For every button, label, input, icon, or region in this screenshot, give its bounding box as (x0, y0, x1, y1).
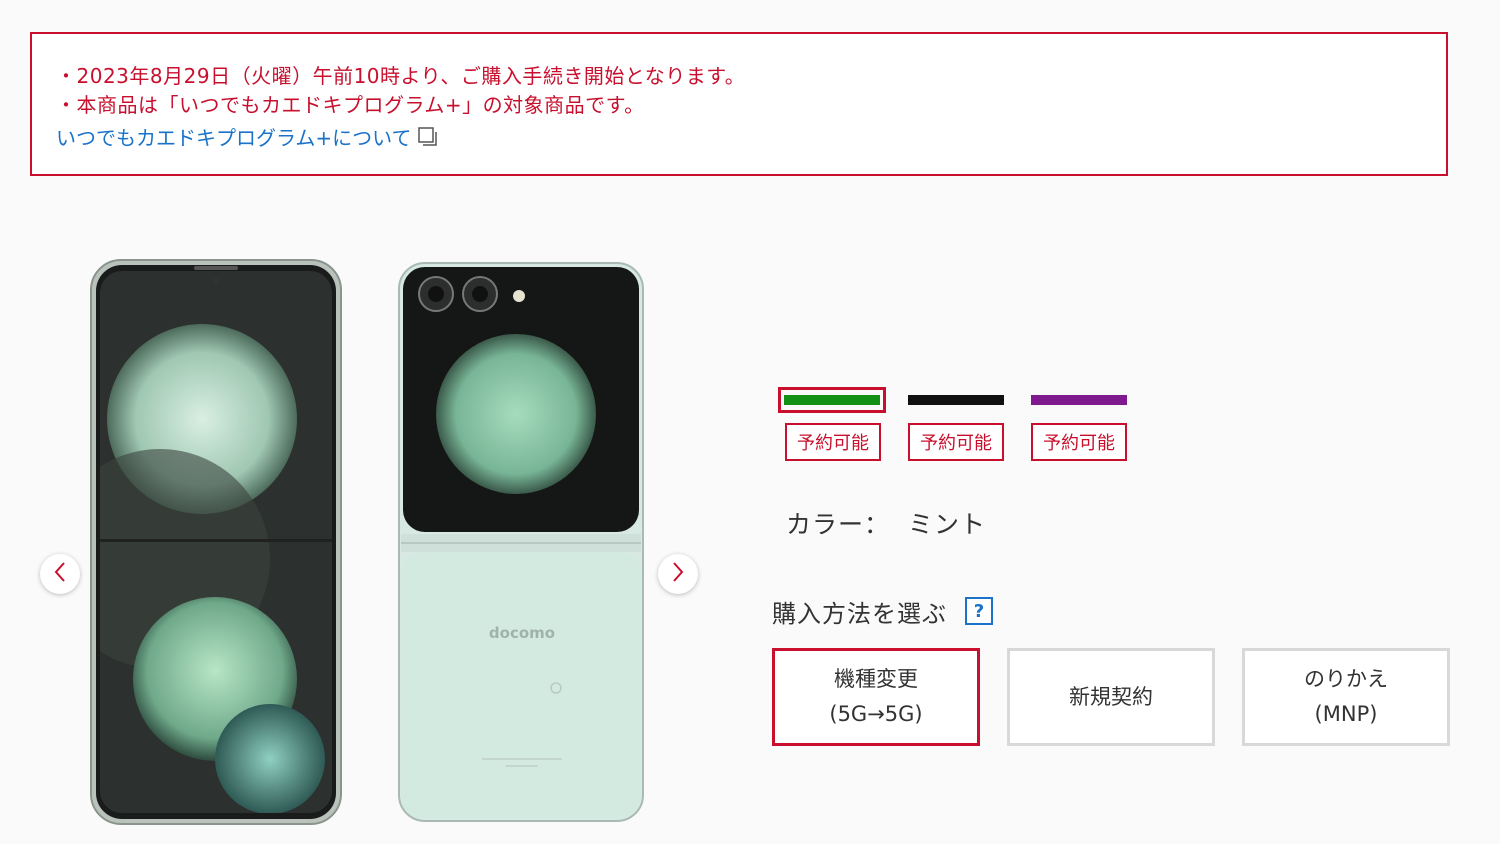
kaedoki-program-link-label: いつでもカエドキプログラム+について (56, 126, 412, 150)
method-label: 機種変更 (834, 667, 918, 691)
color-swatch-purple[interactable] (1025, 387, 1133, 413)
notice-box: ・2023年8月29日（火曜）午前10時より、ご購入手続き開始となります。 ・本… (30, 32, 1448, 176)
color-swatch-bar (908, 395, 1004, 405)
notice-line-1: ・2023年8月29日（火曜）午前10時より、ご購入手続き開始となります。 (56, 64, 746, 88)
method-label: 新規契約 (1069, 684, 1153, 709)
external-window-icon (417, 127, 438, 152)
docomo-logo: docomo (489, 624, 555, 642)
method-mnp-button[interactable]: のりかえ (MNP) (1242, 648, 1450, 746)
status-badge: 予約可能 (1031, 423, 1127, 461)
color-value: ミント (908, 510, 987, 539)
color-swatch-bar (1031, 395, 1127, 405)
chevron-right-icon (671, 561, 685, 587)
carousel-next-button[interactable] (658, 554, 698, 594)
method-model-change-button[interactable]: 機種変更 (5G→5G) (772, 648, 980, 746)
color-swatch-bar (784, 395, 880, 405)
carousel-prev-button[interactable] (40, 554, 80, 594)
selected-color: カラー： ミント (786, 505, 986, 541)
color-label: カラー： (786, 510, 891, 539)
method-sublabel: (MNP) (1314, 702, 1378, 726)
method-sublabel: (5G→5G) (829, 702, 923, 726)
status-badge: 予約可能 (785, 423, 881, 461)
product-image-back: docomo (398, 262, 646, 828)
help-icon[interactable]: ? (965, 597, 993, 625)
method-label: のりかえ (1304, 667, 1388, 691)
kaedoki-program-link[interactable]: いつでもカエドキプログラム+について (56, 122, 438, 152)
color-swatch-mint[interactable] (778, 387, 886, 413)
method-new-contract-button[interactable]: 新規契約 (1007, 648, 1215, 746)
chevron-left-icon (53, 561, 67, 587)
status-badge: 予約可能 (908, 423, 1004, 461)
product-image-front (90, 259, 342, 829)
purchase-method-title: 購入方法を選ぶ (772, 600, 947, 628)
notice-line-2: ・本商品は「いつでもカエドキプログラム+」の対象商品です。 (56, 93, 645, 117)
color-swatch-black[interactable] (902, 387, 1010, 413)
